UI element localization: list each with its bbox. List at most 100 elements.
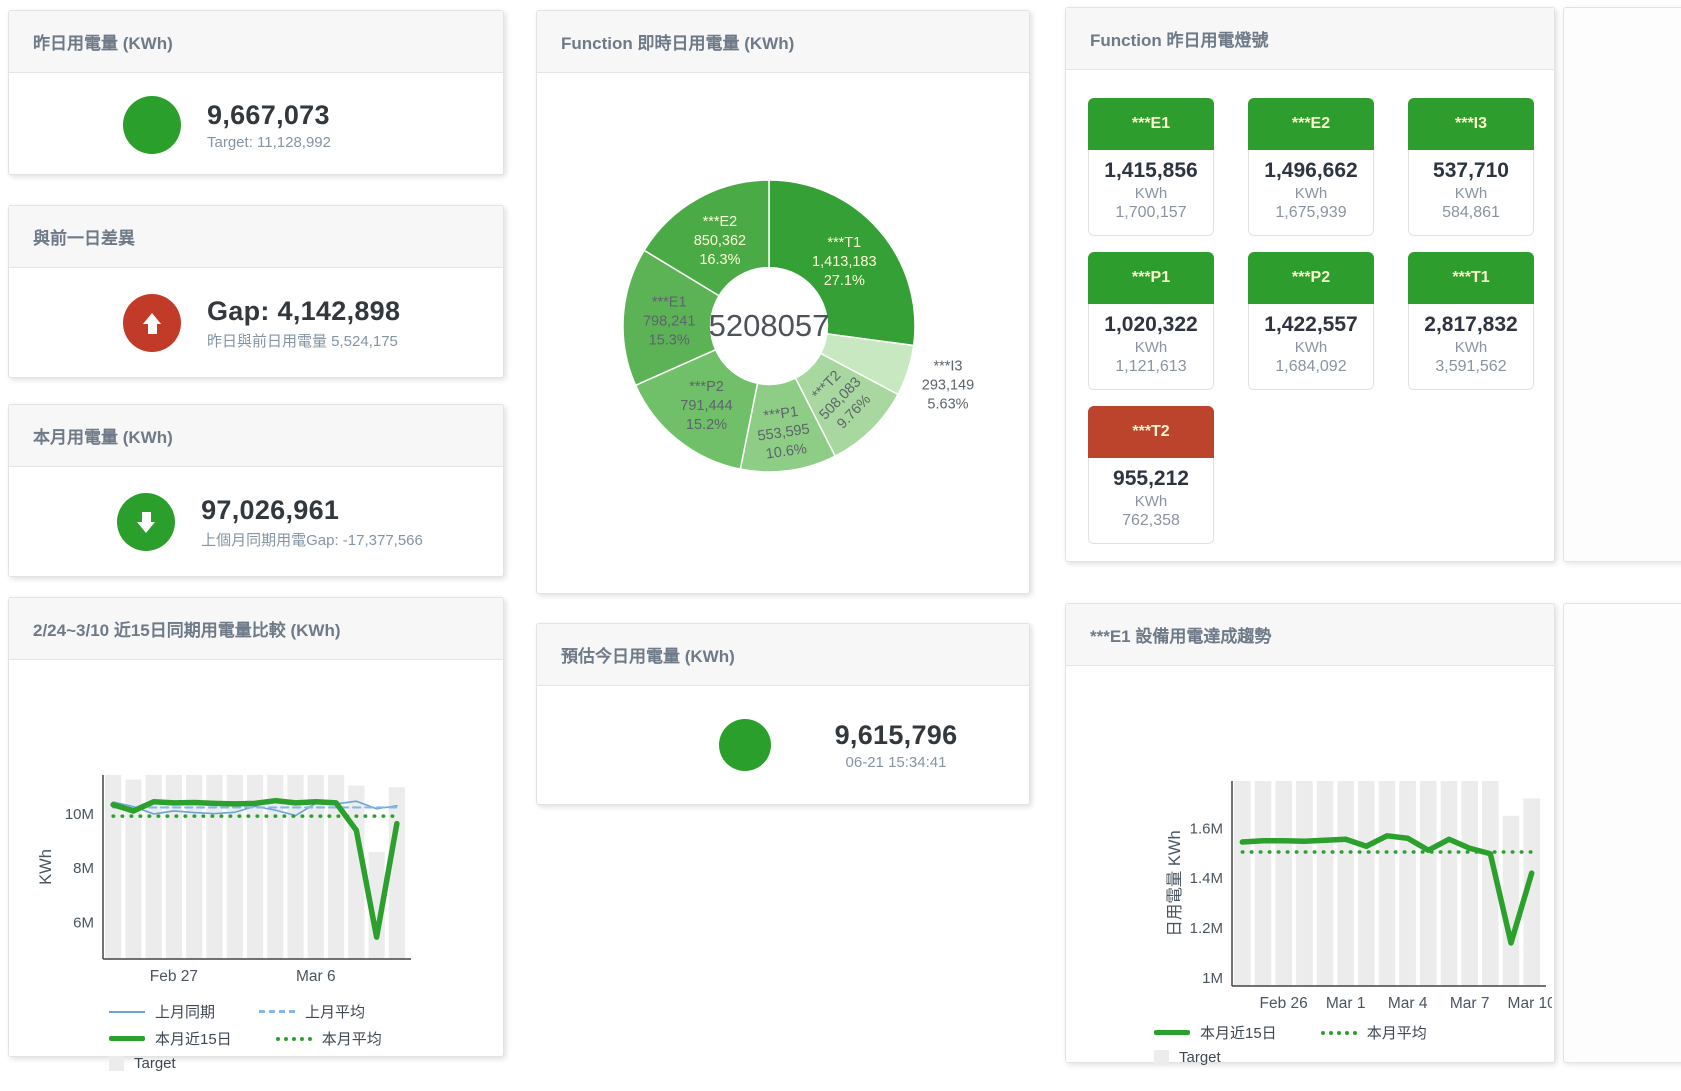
target-bar [1317,781,1334,986]
tile-value: 2,817,832 [1413,313,1529,337]
y-axis-label: 日用電量 KWh [1166,830,1184,936]
card-title: Function 昨日用電燈號 [1066,8,1554,70]
legend-item[interactable]: 本月平均 [1321,1022,1427,1043]
x-tick-label: Feb 27 [150,968,198,985]
x-tick-label: Mar 1 [1326,995,1366,1011]
legend-swatch-icon [1154,1030,1190,1035]
card-title: ***E1 設備用電達成趨勢 [1066,604,1554,666]
card-title: 本月用電量 (KWh) [9,405,503,467]
cutoff-card-edge [1563,603,1681,1063]
legend-swatch-icon [109,1036,145,1041]
tile-target: 1,684,092 [1253,358,1369,376]
status-circle-icon [719,719,771,771]
legend-label: 上月同期 [155,1001,215,1022]
y-tick-label: 8M [73,860,94,877]
y-tick-label: 10M [65,806,94,823]
status-tile-header: ***P1 [1088,252,1214,304]
legend-label: 本月平均 [322,1028,382,1049]
target-bar [1461,781,1478,986]
legend-swatch-icon [109,1056,124,1071]
card-e1-trend-chart: ***E1 設備用電達成趨勢 1M1.2M1.4M1.6MFeb 26Mar 1… [1065,603,1555,1063]
target-bar [1399,781,1416,986]
status-tile-header: ***T2 [1088,406,1214,458]
estimate-value: 9,615,796 [801,720,991,751]
card-yesterday-usage: 昨日用電量 (KWh) 9,667,073 Target: 11,128,992 [8,10,504,175]
arrow-down-icon [117,493,175,551]
card-estimate-today: 預估今日用電量 (KWh) 9,615,796 06-21 15:34:41 [536,623,1030,805]
tile-value: 537,710 [1413,159,1529,183]
status-tile: ***P11,020,322KWh1,121,613 [1088,252,1214,390]
card-title: 與前一日差異 [9,206,503,268]
target-bar [1358,781,1375,986]
status-tile: ***I3537,710KWh584,861 [1408,98,1534,236]
tile-target: 3,591,562 [1413,358,1529,376]
target-bar [1420,781,1437,986]
status-tile-body: 537,710KWh584,861 [1408,150,1534,236]
status-tile-header: ***T1 [1408,252,1534,304]
target-bar [1441,781,1458,986]
e1-trend-line-chart[interactable]: 1M1.2M1.4M1.6MFeb 26Mar 1Mar 4Mar 7Mar 1… [1066,666,1552,1011]
lights-grid: ***E11,415,856KWh1,700,157***E21,496,662… [1066,70,1554,544]
tile-unit: KWh [1093,339,1209,356]
status-tile-body: 955,212KWh762,358 [1088,458,1214,544]
card-month-usage: 本月用電量 (KWh) 97,026,961 上個月同期用電Gap: -17,3… [8,404,504,577]
legend-item[interactable]: 本月近15日 [1154,1022,1277,1043]
day-gap-subtext: 昨日與前日用電量 5,524,175 [207,330,417,351]
legend-item[interactable]: 上月平均 [259,1001,365,1022]
legend-label: 本月近15日 [1200,1022,1277,1043]
donut-center-total: 5208057 [709,308,830,343]
tile-target: 762,358 [1093,512,1209,530]
tile-unit: KWh [1413,185,1529,202]
x-tick-label: Mar 4 [1388,995,1428,1011]
legend-item[interactable]: Target [1154,1049,1221,1066]
status-tile-body: 1,422,557KWh1,684,092 [1248,304,1374,390]
tile-unit: KWh [1253,185,1369,202]
card-title: 2/24~3/10 近15日同期用電量比較 (KWh) [9,598,503,660]
legend-swatch-icon [1154,1050,1169,1065]
dashboard: { "cards": { "yesterday": { "title": "昨日… [0,0,1681,1091]
status-circle-icon [123,96,181,154]
legend-item[interactable]: 本月近15日 [109,1028,232,1049]
compare-line-chart[interactable]: 6M8M10MFeb 27Mar 6KWh [9,660,501,990]
status-tile-header: ***E1 [1088,98,1214,150]
card-compare-chart: 2/24~3/10 近15日同期用電量比較 (KWh) 6M8M10MFeb 2… [8,597,504,1057]
y-tick-label: 1.4M [1190,870,1223,887]
tile-target: 1,675,939 [1253,204,1369,222]
target-bar [1275,781,1292,986]
target-bar [1337,781,1354,986]
legend-swatch-icon [1321,1031,1357,1035]
status-tile-header: ***P2 [1248,252,1374,304]
tile-target: 1,121,613 [1093,358,1209,376]
function-usage-donut-chart[interactable]: ***T11,413,18327.1%***I3293,1495.63%***T… [537,73,1027,594]
status-tile: ***E11,415,856KWh1,700,157 [1088,98,1214,236]
yesterday-usage-target: Target: 11,128,992 [207,134,417,151]
y-axis-label: KWh [37,849,55,885]
estimate-timestamp: 06-21 15:34:41 [801,754,991,771]
legend-item[interactable]: 本月平均 [276,1028,382,1049]
tile-value: 1,496,662 [1253,159,1369,183]
y-tick-label: 1.6M [1190,820,1223,837]
status-tile: ***T1 2,817,832 KWh 3,591,562 [1408,252,1534,390]
x-tick-label: Mar 7 [1450,995,1490,1011]
trend-chart-legend: 本月近15日 本月平均 Target [1066,1022,1554,1066]
legend-label: 本月平均 [1367,1022,1427,1043]
legend-item[interactable]: 上月同期 [109,1001,215,1022]
yesterday-usage-value: 9,667,073 [207,100,417,131]
target-bar [389,787,405,959]
card-title: Function 即時日用電量 (KWh) [537,11,1029,73]
target-bar [1379,781,1396,986]
legend-item[interactable]: Target [109,1055,176,1072]
legend-label: Target [134,1055,176,1072]
tile-value: 1,415,856 [1093,159,1209,183]
tile-value: 955,212 [1093,467,1209,491]
status-tile-body: 2,817,832 KWh 3,591,562 [1408,304,1534,390]
status-tile-body: 1,020,322KWh1,121,613 [1088,304,1214,390]
x-tick-label: Feb 26 [1260,995,1308,1011]
card-function-realtime-donut: Function 即時日用電量 (KWh) ***T11,413,18327.1… [536,10,1030,594]
y-tick-label: 1.2M [1190,920,1223,937]
status-tile: ***P21,422,557KWh1,684,092 [1248,252,1374,390]
tile-unit: KWh [1413,339,1529,356]
target-bar [1503,816,1520,986]
card-title: 昨日用電量 (KWh) [9,11,503,73]
tile-unit: KWh [1253,339,1369,356]
